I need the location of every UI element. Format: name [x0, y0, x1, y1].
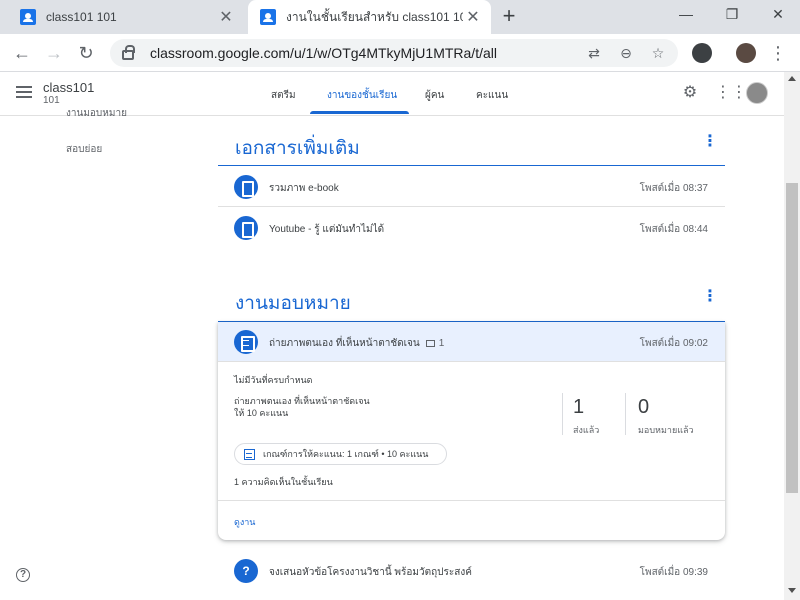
- forward-icon[interactable]: →: [42, 41, 66, 65]
- assigned-label[interactable]: มอบหมายแล้ว: [638, 423, 694, 437]
- bookmark-star-icon[interactable]: ☆: [646, 45, 670, 62]
- minimize-icon[interactable]: —: [676, 6, 696, 26]
- apps-grid-icon[interactable]: ⋮⋮: [715, 84, 747, 102]
- assignment-description: ถ่ายภาพตนเอง ที่เห็นหน้าตาชัดเจน ให้ 10 …: [234, 395, 370, 419]
- settings-gear-icon[interactable]: ⚙: [681, 84, 699, 102]
- tab-stream[interactable]: สตรีม: [271, 88, 296, 103]
- item-posted-time: โพสต์เมื่อ 08:37: [639, 183, 708, 194]
- sidebar-item-assignments[interactable]: งานมอบหมาย: [66, 108, 127, 116]
- assignment-title: ถ่ายภาพตนเอง ที่เห็นหน้าตาชัดเจน: [269, 338, 420, 349]
- topic-menu-icon[interactable]: ⋮: [702, 134, 718, 150]
- zoom-icon[interactable]: ⊖: [614, 45, 638, 62]
- scrollbar-thumb[interactable]: [786, 183, 798, 493]
- comment-icon: [425, 340, 435, 347]
- class-name[interactable]: class101: [43, 80, 94, 95]
- topic-menu-icon[interactable]: ⋮: [702, 289, 718, 305]
- translate-icon[interactable]: ⇄: [582, 45, 606, 62]
- browser-tab-title: class101 101: [46, 10, 117, 24]
- browser-tab-title: งานในชั้นเรียนสำหรับ class101 101: [286, 9, 463, 24]
- browser-toolbar: ← → ↻ classroom.google.com/u/1/w/OTg4MTk…: [0, 34, 800, 72]
- list-item[interactable]: จงเสนอหัวข้อโครงงานวิชานี้ พร้อมวัตถุประ…: [218, 551, 725, 591]
- rubric-chip[interactable]: เกณฑ์การให้คะแนน: 1 เกณฑ์ • 10 คะแนน: [234, 443, 447, 465]
- topic-title: งานมอบหมาย: [235, 293, 351, 314]
- material-icon: [234, 216, 258, 240]
- lock-icon: [122, 45, 135, 60]
- question-icon: [234, 559, 258, 583]
- item-posted-time: โพสต์เมื่อ 09:39: [639, 567, 708, 578]
- item-title: Youtube - รู้ แต่มันทำไม่ได้: [269, 224, 385, 235]
- rubric-icon: [244, 448, 255, 460]
- expanded-assignment-card: ถ่ายภาพตนเอง ที่เห็นหน้าตาชัดเจน 1 โพสต์เ…: [218, 322, 725, 540]
- browser-tab-1[interactable]: class101 101 ✕: [8, 0, 244, 34]
- item-posted-time: โพสต์เมื่อ 08:44: [639, 224, 708, 235]
- description-text: ถ่ายภาพตนเอง ที่เห็นหน้าตาชัดเจน: [234, 396, 370, 406]
- scroll-down-icon[interactable]: [788, 588, 796, 593]
- tab-grades[interactable]: คะแนน: [476, 88, 508, 103]
- turned-in-label[interactable]: ส่งแล้ว: [573, 423, 599, 437]
- address-bar[interactable]: classroom.google.com/u/1/w/OTg4MTkyMjU1M…: [110, 39, 678, 67]
- assignment-icon: [234, 330, 258, 354]
- class-comments-link[interactable]: 1 ความคิดเห็นในชั้นเรียน: [234, 475, 333, 489]
- topic-title: เอกสารเพิ่มเติม: [235, 138, 360, 159]
- class-section: 101: [43, 95, 60, 106]
- close-icon[interactable]: ✕: [216, 7, 236, 27]
- hamburger-menu-icon[interactable]: [16, 86, 32, 98]
- help-icon[interactable]: ?: [16, 568, 30, 582]
- item-title: รวมภาพ e-book: [269, 183, 339, 194]
- extension-icon[interactable]: [692, 43, 712, 63]
- points-text: ให้ 10 คะแนน: [234, 408, 289, 418]
- material-icon: [234, 175, 258, 199]
- turned-in-count[interactable]: 1: [573, 396, 584, 419]
- reload-icon[interactable]: ↻: [74, 41, 98, 65]
- close-icon[interactable]: ✕: [463, 7, 483, 27]
- sidebar-item-quizzes[interactable]: สอบย่อย: [66, 142, 102, 157]
- item-posted-time: โพสต์เมื่อ 09:02: [639, 338, 708, 349]
- due-date-label: ไม่มีวันที่ครบกำหนด: [234, 375, 313, 385]
- account-avatar[interactable]: [746, 82, 768, 104]
- card-footer-divider: [218, 500, 725, 501]
- classroom-favicon: [260, 9, 276, 25]
- new-tab-icon[interactable]: +: [498, 5, 520, 28]
- item-title: จงเสนอหัวข้อโครงงานวิชานี้ พร้อมวัตถุประ…: [269, 567, 472, 578]
- rubric-text: เกณฑ์การให้คะแนน: 1 เกณฑ์ • 10 คะแนน: [263, 449, 429, 459]
- active-tab-indicator: [310, 111, 409, 114]
- view-assignment-link[interactable]: ดูงาน: [234, 515, 255, 529]
- stat-divider: [625, 393, 626, 435]
- browser-tab-strip: class101 101 ✕ งานในชั้นเรียนสำหรับ clas…: [0, 0, 800, 34]
- url-text: classroom.google.com/u/1/w/OTg4MTkyMjU1M…: [150, 45, 497, 61]
- assignment-header[interactable]: ถ่ายภาพตนเอง ที่เห็นหน้าตาชัดเจน 1 โพสต์เ…: [218, 322, 725, 362]
- list-item[interactable]: รวมภาพ e-book โพสต์เมื่อ 08:37: [218, 167, 725, 207]
- list-item[interactable]: Youtube - รู้ แต่มันทำไม่ได้ โพสต์เมื่อ …: [218, 208, 725, 248]
- menu-kebab-icon[interactable]: ⋮: [766, 41, 790, 65]
- tab-classwork[interactable]: งานของชั้นเรียน: [327, 88, 397, 103]
- window-close-icon[interactable]: ✕: [768, 6, 788, 26]
- stat-divider: [562, 393, 563, 435]
- profile-avatar[interactable]: [736, 43, 756, 63]
- tab-people[interactable]: ผู้คน: [425, 88, 444, 103]
- classroom-favicon: [20, 9, 36, 25]
- assigned-count[interactable]: 0: [638, 396, 649, 419]
- comment-count: 1: [438, 338, 445, 349]
- assignment-title-wrap: ถ่ายภาพตนเอง ที่เห็นหน้าตาชัดเจน 1: [269, 336, 444, 351]
- browser-tab-2[interactable]: งานในชั้นเรียนสำหรับ class101 101 ✕: [248, 0, 491, 34]
- topic-divider: [218, 165, 725, 166]
- maximize-icon[interactable]: ❐: [722, 6, 742, 26]
- scroll-up-icon[interactable]: [788, 76, 796, 81]
- back-icon[interactable]: ←: [10, 41, 34, 65]
